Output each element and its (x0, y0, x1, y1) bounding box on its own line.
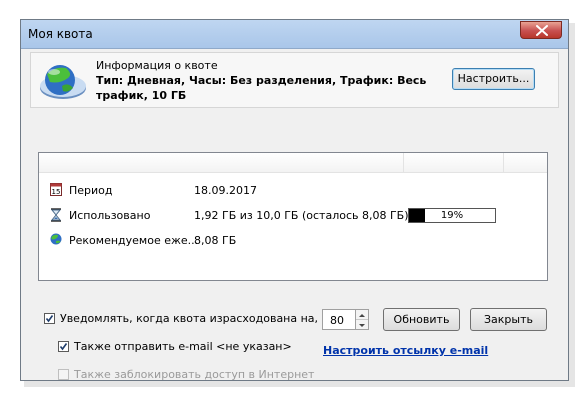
configure-button[interactable]: Настроить... (452, 68, 535, 90)
column-divider[interactable] (403, 153, 404, 172)
refresh-button[interactable]: Обновить (383, 308, 460, 331)
email-label[interactable]: Также отправить e-mail <не указан> (74, 340, 292, 353)
usage-progress-bar: 19% (408, 208, 496, 223)
configure-email-link[interactable]: Настроить отсылку e-mail (323, 344, 488, 357)
stat-value: 1,92 ГБ из 10,0 ГБ (осталось 8,08 ГБ) (194, 209, 409, 222)
stat-value: 18.09.2017 (194, 184, 257, 197)
block-internet-checkbox[interactable] (58, 369, 69, 380)
spin-up-button[interactable] (356, 310, 368, 320)
quota-info-panel: Информация о квоте Тип: Дневная, Часы: Б… (30, 52, 559, 108)
close-window-button[interactable] (520, 21, 562, 39)
hourglass-icon (50, 208, 62, 222)
dialog-body: Информация о квоте Тип: Дневная, Часы: Б… (28, 49, 561, 381)
configure-button-label: Настроить... (457, 72, 530, 85)
close-button-label: Закрыть (484, 313, 533, 326)
globe-icon (50, 233, 62, 245)
quota-stats-list[interactable]: 15 Период 18.09.2017 Использовано 1,92 Г… (38, 152, 548, 281)
column-divider[interactable] (503, 153, 504, 172)
calendar-icon: 15 (50, 183, 62, 196)
quota-type-line2: трафик, 10 ГБ (96, 89, 187, 102)
globe-disk-icon (40, 65, 86, 99)
progress-label: 19% (440, 210, 464, 221)
spin-down-button[interactable] (356, 320, 368, 329)
list-header (39, 153, 547, 173)
title-bar[interactable]: Моя квота (21, 20, 568, 49)
refresh-button-label: Обновить (393, 313, 450, 326)
notify-percent-value: 80 (330, 314, 344, 327)
notify-percent-spinner (355, 309, 369, 330)
block-internet-label: Также заблокировать доступ в Интернет (74, 368, 315, 381)
window-title: Моя квота (28, 27, 93, 41)
arrow-up-icon (359, 314, 365, 317)
svg-text:15: 15 (52, 188, 61, 196)
stat-row-recommended[interactable]: Рекомендуемое еже... 8,08 ГБ (39, 230, 547, 252)
info-group-title: Информация о квоте (96, 59, 218, 72)
notify-percent-input[interactable]: 80 (322, 309, 356, 330)
arrow-down-icon (359, 324, 365, 327)
close-button[interactable]: Закрыть (470, 308, 547, 331)
notify-checkbox[interactable] (44, 313, 55, 324)
email-checkbox[interactable] (58, 341, 69, 352)
quota-type-line1: Тип: Дневная, Часы: Без разделения, Траф… (96, 74, 427, 87)
stat-value: 8,08 ГБ (194, 234, 237, 247)
checkmark-icon (45, 315, 54, 323)
stat-row-period[interactable]: 15 Период 18.09.2017 (39, 180, 547, 202)
close-icon (536, 25, 548, 36)
stat-name: Рекомендуемое еже... (69, 234, 199, 247)
stat-name: Использовано (69, 209, 151, 222)
quota-dialog: Моя квота Информация о квоте Тип: Дневна… (20, 19, 569, 381)
stat-name: Период (69, 184, 113, 197)
stat-row-used[interactable]: Использовано 1,92 ГБ из 10,0 ГБ (осталос… (39, 205, 547, 227)
checkmark-icon (59, 343, 68, 351)
notify-label[interactable]: Уведомлять, когда квота израсходована на… (60, 312, 332, 325)
